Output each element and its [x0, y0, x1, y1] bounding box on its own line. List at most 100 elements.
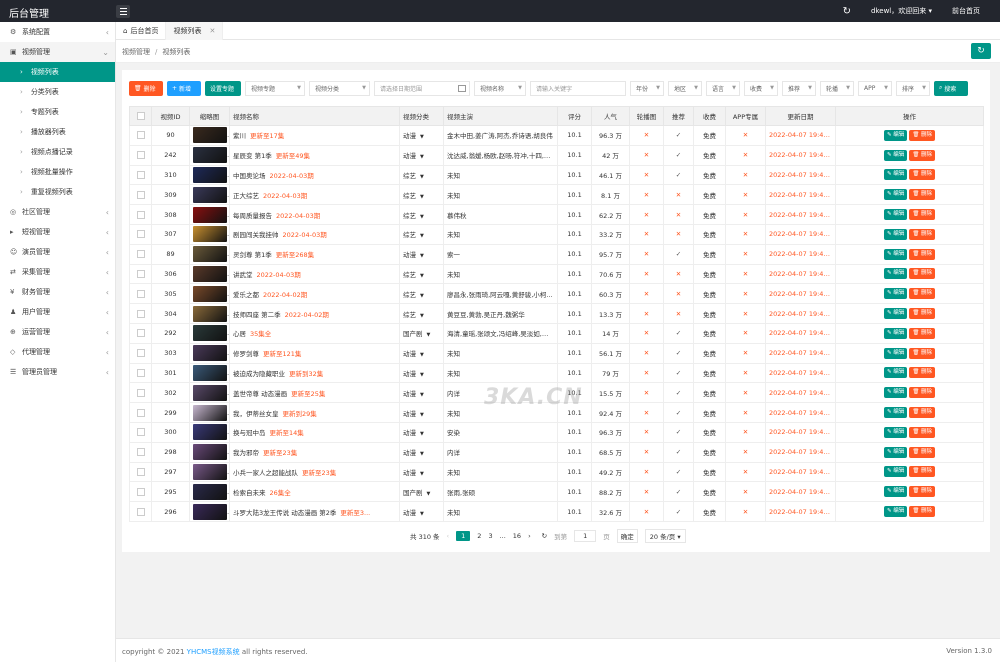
- page-button[interactable]: 1: [456, 531, 471, 541]
- keyword-input[interactable]: 请输入关键字: [530, 80, 626, 96]
- recommend-toggle[interactable]: ✓: [663, 342, 694, 364]
- row-checkbox[interactable]: [129, 402, 152, 423]
- sidebar-sub-video-list[interactable]: › 视频列表: [0, 62, 115, 82]
- area-select[interactable]: 地区 ▼: [668, 80, 702, 96]
- carousel-toggle[interactable]: ✕: [629, 283, 664, 305]
- page-button[interactable]: 16: [513, 532, 521, 540]
- sidebar-sub-topic-list[interactable]: › 专题列表: [0, 102, 115, 122]
- row-checkbox[interactable]: [129, 421, 152, 443]
- edit-button[interactable]: ✎ 编辑: [883, 466, 908, 478]
- category-cell[interactable]: 综艺 ▼: [399, 204, 444, 225]
- app-exclusive-toggle[interactable]: ✕: [725, 184, 766, 206]
- recommend-toggle[interactable]: ✕: [663, 303, 694, 324]
- page-button[interactable]: 2: [477, 532, 481, 540]
- carousel-toggle[interactable]: ✕: [629, 402, 664, 423]
- recommend-toggle[interactable]: ✓: [663, 243, 694, 265]
- row-checkbox[interactable]: [129, 184, 152, 206]
- app-exclusive-toggle[interactable]: ✕: [725, 125, 766, 146]
- delete-row-button[interactable]: 🗑 删除: [909, 129, 936, 141]
- edit-button[interactable]: ✎ 编辑: [883, 149, 908, 161]
- row-checkbox[interactable]: [129, 501, 152, 522]
- app-exclusive-toggle[interactable]: ✕: [725, 144, 766, 166]
- recommend-toggle[interactable]: ✕: [663, 283, 694, 305]
- carousel-toggle[interactable]: ✕: [629, 481, 664, 503]
- recommend-toggle[interactable]: ✕: [663, 223, 694, 245]
- app-exclusive-toggle[interactable]: ✕: [725, 382, 766, 404]
- topic-select[interactable]: 视频专题 ▼: [245, 80, 305, 96]
- row-checkbox[interactable]: [129, 125, 152, 146]
- page-button[interactable]: 3: [488, 532, 492, 540]
- recommend-toggle[interactable]: ✓: [663, 402, 694, 423]
- sidebar-item-users[interactable]: ♟ 用户管理 ‹: [0, 302, 115, 322]
- delete-row-button[interactable]: 🗑 删除: [909, 387, 936, 399]
- edit-button[interactable]: ✎ 编辑: [883, 426, 908, 438]
- sidebar-item-finance[interactable]: ¥ 财务管理 ‹: [0, 282, 115, 302]
- category-cell[interactable]: 动漫 ▼: [399, 342, 444, 364]
- close-icon[interactable]: ✕: [209, 27, 215, 35]
- carousel-toggle[interactable]: ✕: [629, 204, 664, 225]
- category-cell[interactable]: 动漫 ▼: [399, 501, 444, 522]
- row-checkbox[interactable]: [129, 322, 152, 344]
- edit-button[interactable]: ✎ 编辑: [883, 129, 908, 141]
- row-checkbox[interactable]: [129, 164, 152, 186]
- footer-link[interactable]: YHCMS视频系统: [187, 648, 240, 656]
- category-cell[interactable]: 动漫 ▼: [399, 243, 444, 265]
- user-menu[interactable]: dkewl，欢迎回来 ▾: [871, 6, 932, 16]
- recommend-toggle[interactable]: ✓: [663, 481, 694, 503]
- next-page-icon[interactable]: ›: [528, 532, 531, 540]
- edit-button[interactable]: ✎ 编辑: [883, 367, 908, 379]
- sidebar-item-collect[interactable]: ⇄ 采集管理 ‹: [0, 262, 115, 282]
- delete-row-button[interactable]: 🗑 删除: [909, 169, 936, 181]
- app-exclusive-toggle[interactable]: ✕: [725, 461, 766, 483]
- category-cell[interactable]: 综艺 ▼: [399, 184, 444, 206]
- sort-select[interactable]: 排序 ▼: [896, 80, 930, 96]
- delete-row-button[interactable]: 🗑 删除: [909, 209, 936, 221]
- sidebar-item-system[interactable]: ⚙ 系统配置 ‹: [0, 22, 115, 42]
- delete-row-button[interactable]: 🗑 删除: [909, 426, 936, 438]
- carousel-toggle[interactable]: ✕: [629, 223, 664, 245]
- category-cell[interactable]: 综艺 ▼: [399, 283, 444, 305]
- edit-button[interactable]: ✎ 编辑: [883, 228, 908, 240]
- recommend-toggle[interactable]: ✓: [663, 362, 694, 384]
- fee-select[interactable]: 收费 ▼: [744, 80, 778, 96]
- carousel-toggle[interactable]: ✕: [629, 144, 664, 166]
- date-range-input[interactable]: 请选择日期范围: [374, 80, 470, 96]
- delete-button[interactable]: 🗑 删除: [129, 80, 163, 96]
- app-exclusive-toggle[interactable]: ✕: [725, 223, 766, 245]
- refresh-icon[interactable]: ↻: [843, 6, 851, 17]
- recommend-toggle[interactable]: ✓: [663, 164, 694, 186]
- recommend-toggle[interactable]: ✕: [663, 184, 694, 206]
- page-size-select[interactable]: 20 条/页 ▾: [644, 529, 686, 543]
- row-checkbox[interactable]: [129, 263, 152, 285]
- app-select[interactable]: APP ▼: [858, 80, 892, 96]
- app-exclusive-toggle[interactable]: ✕: [725, 481, 766, 503]
- page-input[interactable]: 1: [574, 530, 597, 542]
- category-select[interactable]: 视频分类 ▼: [309, 80, 370, 96]
- name-field-select[interactable]: 视频名称 ▼: [474, 80, 526, 96]
- row-checkbox[interactable]: [129, 144, 152, 166]
- recommend-toggle[interactable]: ✓: [663, 501, 694, 522]
- app-exclusive-toggle[interactable]: ✕: [725, 283, 766, 305]
- edit-button[interactable]: ✎ 编辑: [883, 387, 908, 399]
- delete-row-button[interactable]: 🗑 删除: [909, 367, 936, 379]
- app-exclusive-toggle[interactable]: ✕: [725, 501, 766, 522]
- carousel-toggle[interactable]: ✕: [629, 243, 664, 265]
- edit-button[interactable]: ✎ 编辑: [883, 189, 908, 201]
- row-checkbox[interactable]: [129, 204, 152, 225]
- recommend-toggle[interactable]: ✓: [663, 421, 694, 443]
- edit-button[interactable]: ✎ 编辑: [883, 347, 908, 359]
- carousel-toggle[interactable]: ✕: [629, 263, 664, 285]
- carousel-toggle[interactable]: ✕: [629, 382, 664, 404]
- category-cell[interactable]: 综艺 ▼: [399, 303, 444, 324]
- edit-button[interactable]: ✎ 编辑: [883, 169, 908, 181]
- sidebar-sub-play-record[interactable]: › 视频点播记录: [0, 142, 115, 162]
- carousel-toggle[interactable]: ✕: [629, 421, 664, 443]
- row-checkbox[interactable]: [129, 362, 152, 384]
- category-cell[interactable]: 综艺 ▼: [399, 164, 444, 186]
- delete-row-button[interactable]: 🗑 删除: [909, 308, 936, 320]
- sidebar-item-community[interactable]: ◎ 社区管理 ‹: [0, 202, 115, 222]
- sidebar-item-ops[interactable]: ⊕ 运营管理 ‹: [0, 322, 115, 342]
- carousel-select[interactable]: 轮播 ▼: [820, 80, 854, 96]
- category-cell[interactable]: 动漫 ▼: [399, 421, 444, 443]
- delete-row-button[interactable]: 🗑 删除: [909, 288, 936, 300]
